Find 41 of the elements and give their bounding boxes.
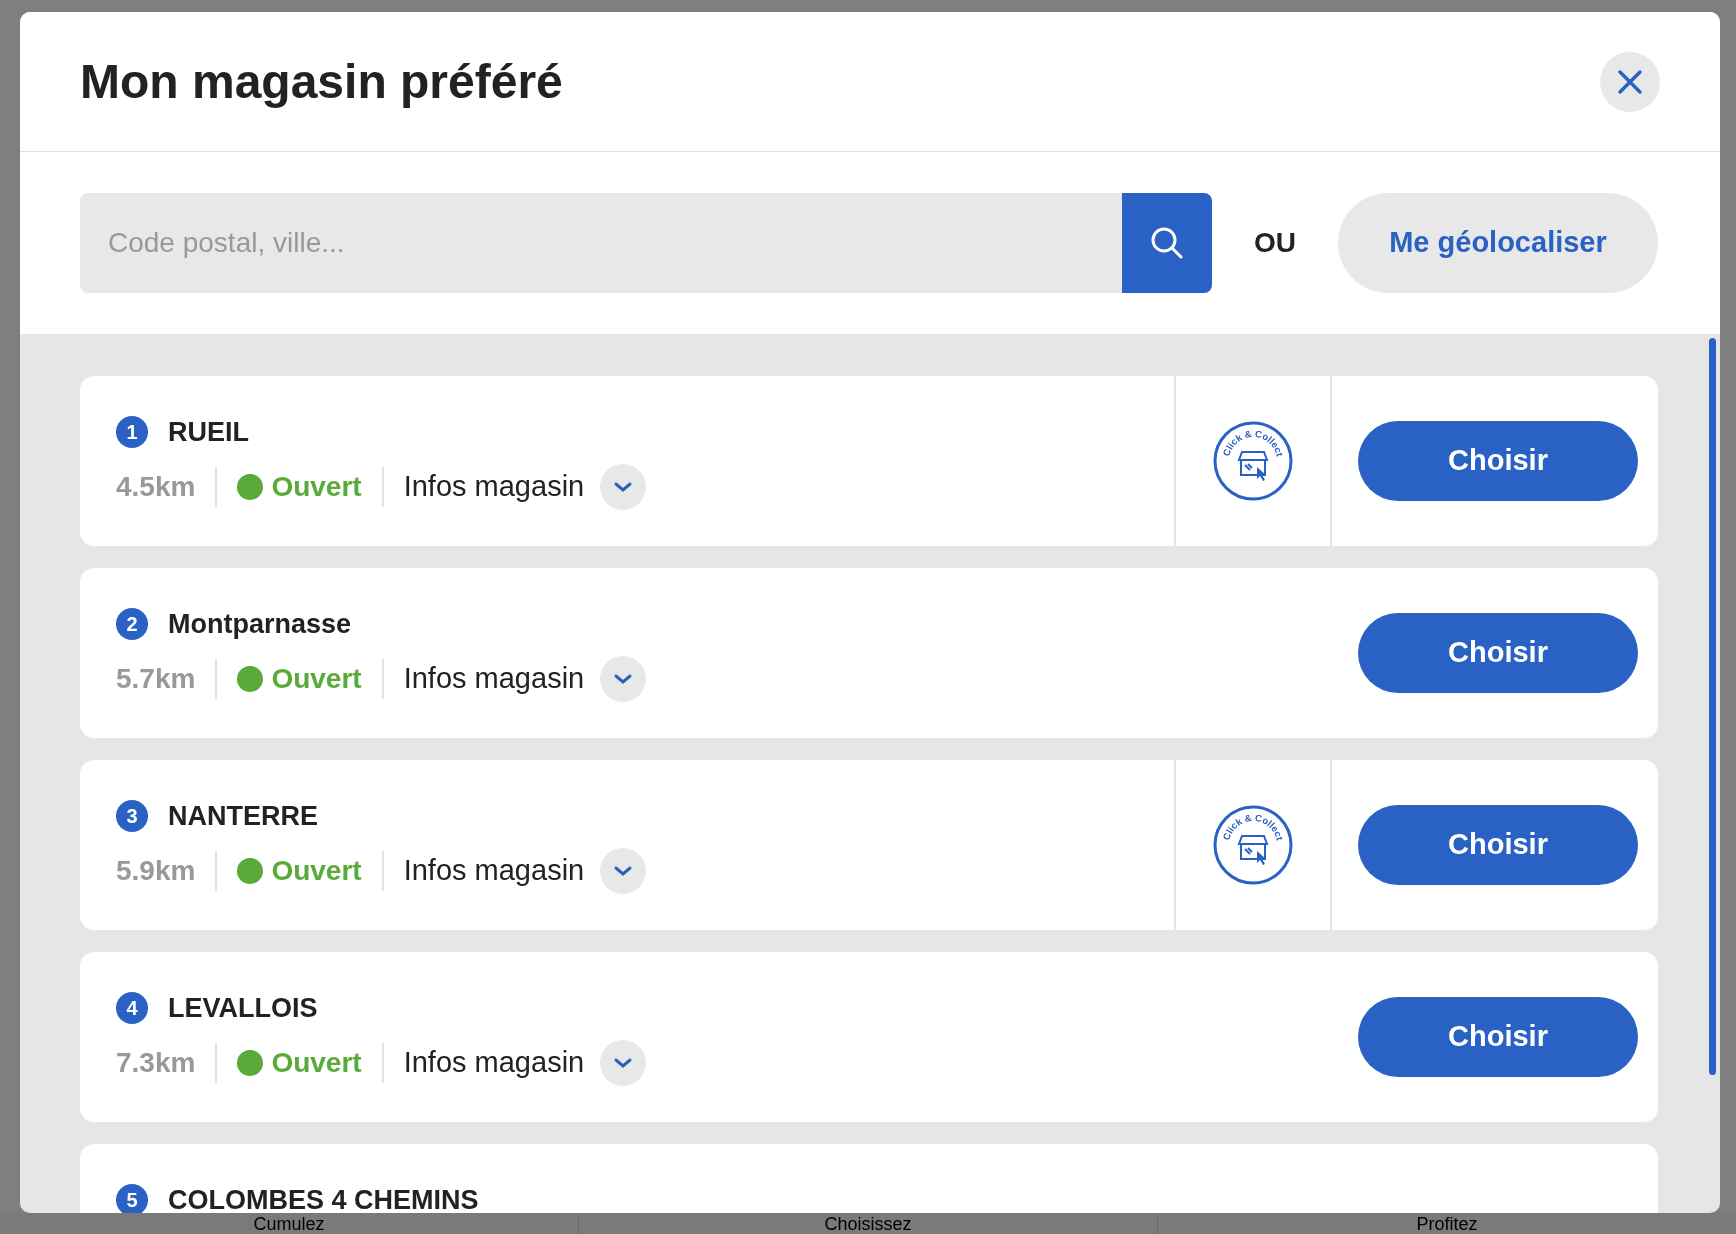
store-info-link[interactable]: Infos magasin xyxy=(383,464,601,509)
chevron-down-icon xyxy=(613,864,634,877)
search-field[interactable]: Code postal, ville... xyxy=(80,193,1122,293)
store-distance: 7.3km xyxy=(116,1042,218,1083)
store-distance: 5.9km xyxy=(116,850,218,891)
store-status: Ouvert xyxy=(271,853,362,888)
chevron-down-icon xyxy=(613,480,634,493)
store-info-link[interactable]: Infos magasin xyxy=(383,656,601,701)
close-icon xyxy=(1617,68,1643,95)
store-number: 2 xyxy=(116,608,148,641)
chevron-down-icon xyxy=(613,672,634,685)
step-label: Choisissez xyxy=(824,1214,912,1233)
store-number: 3 xyxy=(116,800,148,833)
search-icon xyxy=(1150,226,1184,260)
store-status: Ouvert xyxy=(271,661,362,696)
store-info-link[interactable]: Infos magasin xyxy=(383,848,601,893)
store-number: 4 xyxy=(116,992,148,1025)
scrollbar-thumb[interactable] xyxy=(1709,338,1716,1075)
choose-button[interactable]: Choisir xyxy=(1358,805,1638,885)
choose-button[interactable]: Choisir xyxy=(1358,613,1638,693)
store-number: 5 xyxy=(116,1184,148,1213)
store-name: NANTERRE xyxy=(168,800,318,833)
store-name: Montparnasse xyxy=(168,608,352,641)
store-status: Ouvert xyxy=(271,469,362,504)
choose-button[interactable]: Choisir xyxy=(1358,997,1638,1077)
geolocate-button[interactable]: Me géolocaliser xyxy=(1338,193,1658,293)
choose-button[interactable]: Choisir xyxy=(1358,421,1638,501)
modal-title: Mon magasin préféré xyxy=(80,53,563,110)
store-info-link[interactable]: Infos magasin xyxy=(383,1040,601,1085)
store-name: RUEIL xyxy=(168,416,249,449)
step-label: Profitez xyxy=(1416,1214,1478,1233)
store-status: Ouvert xyxy=(271,1045,362,1080)
store-distance: 4.5km xyxy=(116,466,218,507)
store-name: LEVALLOIS xyxy=(168,992,318,1025)
step-label: Cumulez xyxy=(253,1214,325,1233)
search-button[interactable] xyxy=(1122,193,1212,293)
store-name: COLOMBES 4 CHEMINS xyxy=(168,1184,479,1213)
chevron-down-icon xyxy=(613,1056,634,1069)
or-label: OU xyxy=(1253,226,1297,260)
store-number: 1 xyxy=(116,416,148,449)
store-distance: 5.7km xyxy=(116,658,218,699)
